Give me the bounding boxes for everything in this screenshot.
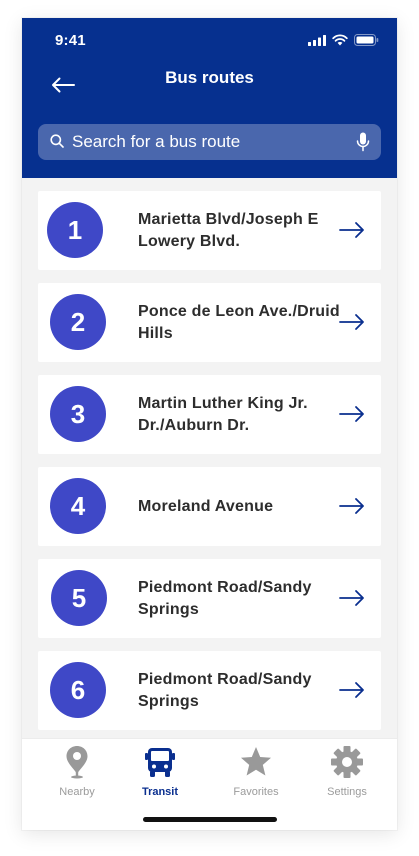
page-title: Bus routes xyxy=(165,68,254,87)
route-name: Piedmont Road/Sandy Springs xyxy=(138,578,312,618)
route-name: Piedmont Road/Sandy Springs xyxy=(138,670,312,710)
route-card-1[interactable]: 1 Marietta Blvd/Joseph E Lowery Blvd. xyxy=(38,191,381,270)
status-time: 9:41 xyxy=(55,32,86,49)
tab-nearby[interactable]: Nearby xyxy=(37,745,117,805)
arrow-right-icon xyxy=(339,406,364,422)
gear-icon xyxy=(331,746,363,778)
route-number-badge: 1 xyxy=(47,202,103,258)
tab-transit[interactable]: Transit xyxy=(120,745,200,805)
battery-icon xyxy=(354,34,379,46)
route-name: Moreland Avenue xyxy=(138,497,274,515)
star-icon xyxy=(241,747,271,776)
arrow-right-icon xyxy=(339,682,364,698)
route-number-badge: 5 xyxy=(51,570,107,626)
arrow-right-icon xyxy=(339,314,364,330)
search-icon xyxy=(50,134,64,148)
search-input[interactable] xyxy=(72,124,342,160)
tab-label: Nearby xyxy=(59,786,95,798)
home-indicator xyxy=(143,817,277,822)
map-pin-icon xyxy=(66,746,88,779)
route-number-badge: 2 xyxy=(50,294,106,350)
tab-favorites[interactable]: Favorites xyxy=(216,745,296,805)
tab-settings[interactable]: Settings xyxy=(307,745,387,805)
wifi-icon xyxy=(332,34,348,46)
arrow-right-icon xyxy=(339,498,364,514)
route-card-2[interactable]: 2 Ponce de Leon Ave./Druid Hills xyxy=(38,283,381,362)
route-number-badge: 6 xyxy=(50,662,106,718)
cellular-signal-icon xyxy=(308,34,326,46)
route-card-5[interactable]: 5 Piedmont Road/Sandy Springs xyxy=(38,559,381,638)
route-name: Marietta Blvd/Joseph E Lowery Blvd. xyxy=(138,210,319,250)
search-bar[interactable] xyxy=(38,124,381,160)
route-list: 1 Marietta Blvd/Joseph E Lowery Blvd. 2 … xyxy=(22,178,397,738)
route-card-4[interactable]: 4 Moreland Avenue xyxy=(38,467,381,546)
bottom-tab-bar: Nearby Transit Favorites Settings xyxy=(22,738,397,830)
route-name: Martin Luther King Jr. Dr./Auburn Dr. xyxy=(138,394,308,434)
app-header: 9:41 Bus routes Search for a bus route xyxy=(22,18,397,178)
microphone-icon[interactable] xyxy=(356,132,370,152)
route-number-badge: 4 xyxy=(50,478,106,534)
status-icons xyxy=(308,34,379,46)
route-name: Ponce de Leon Ave./Druid Hills xyxy=(138,302,340,342)
phone-screen: 9:41 Bus routes Search for a bus route 1… xyxy=(22,18,397,830)
route-card-3[interactable]: 3 Martin Luther King Jr. Dr./Auburn Dr. xyxy=(38,375,381,454)
tab-label: Settings xyxy=(327,786,367,798)
status-bar: 9:41 xyxy=(22,18,397,62)
route-number-badge: 3 xyxy=(50,386,106,442)
route-card-6[interactable]: 6 Piedmont Road/Sandy Springs xyxy=(38,651,381,730)
arrow-right-icon xyxy=(339,590,364,606)
tab-label: Favorites xyxy=(233,786,279,798)
arrow-right-icon xyxy=(339,222,364,238)
tab-label: Transit xyxy=(141,786,179,798)
bus-icon xyxy=(145,748,175,777)
